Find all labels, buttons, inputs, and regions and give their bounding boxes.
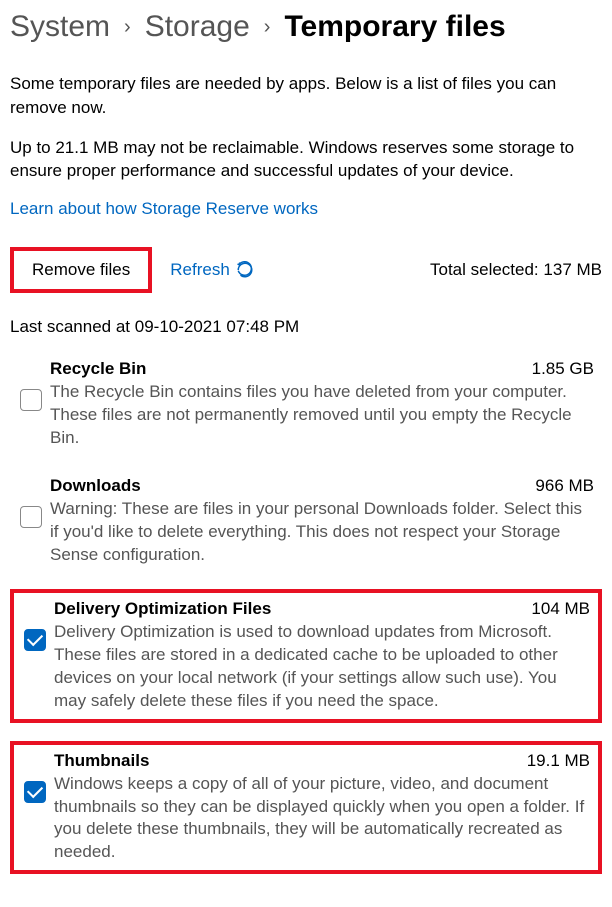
file-size: 1.85 GB (532, 359, 600, 379)
total-selected: Total selected: 137 MB (430, 260, 602, 280)
file-content: Thumbnails 19.1 MBWindows keeps a copy of… (54, 751, 596, 865)
file-description: The Recycle Bin contains files you have … (50, 381, 600, 450)
refresh-label: Refresh (170, 260, 230, 280)
file-header: Delivery Optimization Files 104 MB (54, 599, 596, 619)
file-item: Thumbnails 19.1 MBWindows keeps a copy of… (10, 741, 602, 875)
chevron-right-icon: › (264, 16, 271, 39)
file-title: Recycle Bin (50, 359, 146, 379)
intro-text-1: Some temporary files are needed by apps.… (10, 72, 602, 120)
checkbox[interactable] (24, 781, 46, 803)
file-title: Thumbnails (54, 751, 149, 771)
checkbox[interactable] (24, 629, 46, 651)
file-description: Windows keeps a copy of all of your pict… (54, 773, 596, 865)
file-size: 104 MB (531, 599, 596, 619)
refresh-icon (236, 261, 254, 279)
file-title: Downloads (50, 476, 141, 496)
refresh-button[interactable]: Refresh (170, 260, 254, 280)
file-description: Delivery Optimization is used to downloa… (54, 621, 596, 713)
checkbox[interactable] (20, 389, 42, 411)
remove-files-button[interactable]: Remove files (10, 247, 152, 293)
breadcrumb-system[interactable]: System (10, 10, 110, 44)
file-header: Recycle Bin 1.85 GB (50, 359, 600, 379)
file-item: Delivery Optimization Files 104 MBDeliver… (10, 589, 602, 723)
breadcrumb-storage[interactable]: Storage (145, 10, 250, 44)
chevron-right-icon: › (124, 16, 131, 39)
file-content: Delivery Optimization Files 104 MBDeliver… (54, 599, 596, 713)
file-header: Downloads 966 MB (50, 476, 600, 496)
breadcrumb-current: Temporary files (284, 10, 505, 44)
file-list: Recycle Bin 1.85 GBThe Recycle Bin contai… (10, 355, 602, 874)
file-item: Downloads 966 MBWarning: These are files … (10, 472, 602, 571)
file-item: Recycle Bin 1.85 GBThe Recycle Bin contai… (10, 355, 602, 454)
file-title: Delivery Optimization Files (54, 599, 271, 619)
last-scanned: Last scanned at 09-10-2021 07:48 PM (10, 317, 602, 337)
checkbox[interactable] (20, 506, 42, 528)
file-content: Recycle Bin 1.85 GBThe Recycle Bin contai… (50, 359, 600, 450)
action-row: Remove files Refresh Total selected: 137… (10, 247, 602, 293)
file-size: 19.1 MB (527, 751, 596, 771)
file-content: Downloads 966 MBWarning: These are files … (50, 476, 600, 567)
file-header: Thumbnails 19.1 MB (54, 751, 596, 771)
breadcrumb: System › Storage › Temporary files (10, 10, 602, 44)
file-size: 966 MB (535, 476, 600, 496)
storage-reserve-link[interactable]: Learn about how Storage Reserve works (10, 199, 318, 219)
intro-text-2: Up to 21.1 MB may not be reclaimable. Wi… (10, 136, 602, 184)
file-description: Warning: These are files in your persona… (50, 498, 600, 567)
